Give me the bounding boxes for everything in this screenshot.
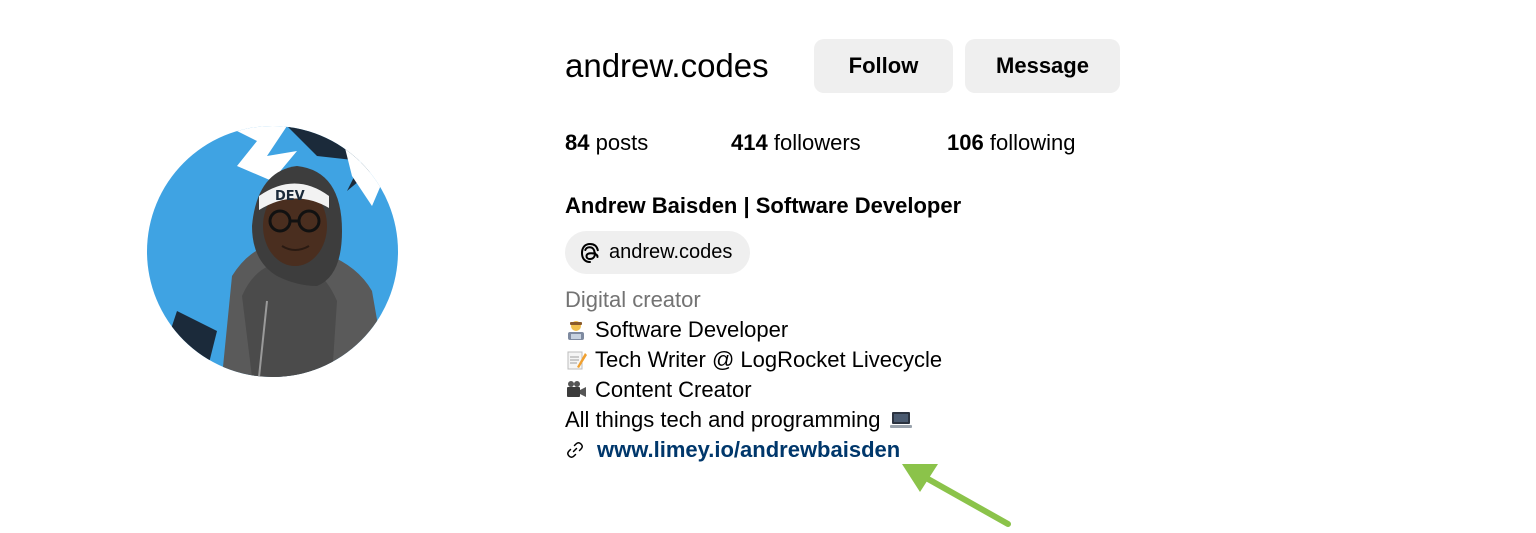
memo-emoji <box>565 349 587 371</box>
bio-line: Software Developer <box>565 315 942 345</box>
avatar-image: DEV <box>147 126 398 377</box>
bio-line-text: Software Developer <box>595 317 789 342</box>
laptop-emoji <box>889 409 912 431</box>
threads-link-chip[interactable]: andrew.codes <box>565 231 750 274</box>
bio-line-text: Content Creator <box>595 377 752 402</box>
bio-line: All things tech and programming <box>565 405 942 435</box>
posts-label: posts <box>595 130 649 155</box>
posts-count: 84 <box>565 130 590 155</box>
stat-posts: 84 posts <box>565 128 648 158</box>
following-label: following <box>989 130 1076 155</box>
link-icon <box>565 440 585 460</box>
video-camera-emoji <box>565 379 587 401</box>
followers-count: 414 <box>731 130 768 155</box>
profile-avatar[interactable]: DEV <box>147 126 398 377</box>
annotation-arrow-icon <box>902 464 1011 527</box>
technologist-emoji <box>565 319 587 341</box>
followers-label: followers <box>773 130 861 155</box>
follow-button[interactable]: Follow <box>814 39 953 93</box>
stat-followers[interactable]: 414 followers <box>731 128 861 158</box>
bio-line-text: Tech Writer @ LogRocket Livecycle <box>595 347 943 372</box>
profile-link-row: www.limey.io/andrewbaisden <box>565 435 900 465</box>
threads-icon <box>579 242 601 264</box>
profile-full-name: Andrew Baisden | Software Developer <box>565 193 962 218</box>
profile-external-link[interactable]: www.limey.io/andrewbaisden <box>597 437 900 463</box>
bio-line: Tech Writer @ LogRocket Livecycle <box>565 345 942 375</box>
bio-line-text: All things tech and programming <box>565 407 881 432</box>
profile-username: andrew.codes <box>565 47 769 84</box>
profile-bio: Digital creator Software Developer Tech … <box>565 285 942 435</box>
threads-handle: andrew.codes <box>609 241 733 263</box>
message-button[interactable]: Message <box>965 39 1120 93</box>
following-count: 106 <box>947 130 984 155</box>
stat-following[interactable]: 106 following <box>947 128 1075 158</box>
profile-category: Digital creator <box>565 287 701 312</box>
svg-text:DEV: DEV <box>275 189 305 204</box>
bio-line: Content Creator <box>565 375 942 405</box>
